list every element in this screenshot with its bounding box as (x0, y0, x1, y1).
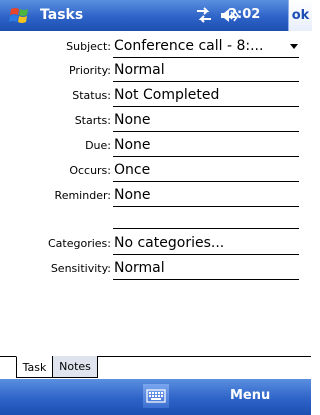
field-underline (113, 131, 299, 132)
field-underline (113, 81, 299, 82)
field-underline (113, 181, 299, 182)
reminder-row: Reminder: None (0, 185, 311, 209)
menu-button[interactable]: Menu (230, 388, 270, 403)
tab-strip: Task Notes (0, 356, 311, 380)
sensitivity-label: Sensitivity: (50, 262, 111, 275)
sensitivity-row: Sensitivity: Normal (0, 258, 311, 282)
field-underline (113, 156, 299, 157)
field-underline (113, 57, 299, 58)
subject-field[interactable]: Conference call - 8:... (114, 38, 284, 54)
field-underline (113, 106, 299, 107)
subject-label: Subject: (66, 40, 111, 53)
subject-row: Subject: Conference call - 8:... (0, 36, 311, 60)
reminder-label: Reminder: (54, 189, 111, 202)
app-title: Tasks (40, 7, 84, 23)
field-underline (113, 279, 299, 280)
sensitivity-field[interactable]: Normal (114, 260, 298, 276)
connectivity-arrows-icon[interactable] (195, 7, 213, 24)
status-row: Status: Not Completed (0, 85, 311, 109)
due-row: Due: None (0, 135, 311, 159)
priority-label: Priority: (68, 64, 111, 77)
separator-line (113, 228, 299, 229)
field-underline (113, 206, 299, 207)
clock[interactable]: 2:02 (228, 7, 260, 22)
tab-task[interactable]: Task (16, 356, 53, 378)
starts-field[interactable]: None (114, 112, 298, 128)
occurs-row: Occurs: Once (0, 160, 311, 184)
categories-label: Categories: (48, 237, 111, 250)
categories-field[interactable]: No categories... (114, 235, 298, 251)
menu-bar: Menu (0, 379, 311, 415)
priority-row: Priority: Normal (0, 60, 311, 84)
categories-row: Categories: No categories... (0, 233, 311, 257)
occurs-label: Occurs: (69, 164, 111, 177)
reminder-field[interactable]: None (114, 187, 298, 203)
field-underline (113, 254, 299, 255)
title-bar: Tasks 2:02 ok (0, 0, 312, 31)
priority-field[interactable]: Normal (114, 62, 298, 78)
occurs-field[interactable]: Once (114, 162, 298, 178)
ok-button[interactable]: ok (288, 0, 312, 31)
status-label: Status: (72, 89, 111, 102)
tab-notes[interactable]: Notes (52, 356, 98, 378)
chevron-down-icon[interactable] (290, 44, 298, 49)
status-field[interactable]: Not Completed (114, 87, 298, 103)
starts-label: Starts: (74, 114, 111, 127)
input-panel-button[interactable] (143, 384, 169, 408)
keyboard-icon (146, 389, 166, 403)
due-label: Due: (85, 139, 111, 152)
starts-row: Starts: None (0, 110, 311, 134)
due-field[interactable]: None (114, 137, 298, 153)
windows-flag-icon[interactable] (8, 5, 32, 27)
